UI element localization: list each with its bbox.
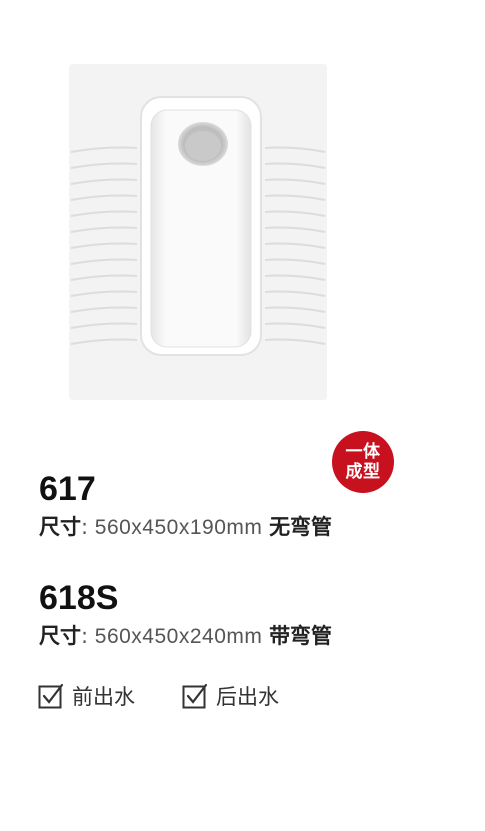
badge-line2: 成型 [345, 462, 381, 482]
model-617-title: 617 [39, 470, 96, 508]
size-value: 560x450x190mm [94, 516, 263, 539]
checkbox-checked-icon[interactable] [38, 683, 64, 709]
badge-line1: 一体 [345, 442, 381, 462]
option-label: 前出水 [72, 685, 135, 709]
size-colon: : [81, 515, 89, 539]
option-label: 后出水 [216, 685, 279, 709]
option-front-outlet[interactable]: 前出水 [38, 681, 135, 711]
pipe-type: 带弯管 [269, 624, 333, 648]
size-label: 尺寸 [39, 624, 81, 648]
option-rear-outlet[interactable]: 后出水 [182, 681, 279, 711]
size-label: 尺寸 [39, 515, 81, 539]
size-colon: : [81, 624, 89, 648]
size-value: 560x450x240mm [94, 625, 263, 648]
checkbox-checked-icon[interactable] [182, 683, 208, 709]
model-618s-spec: 尺寸: 560x450x240mm 带弯管 [39, 623, 332, 650]
one-piece-badge: 一体 成型 [332, 431, 394, 493]
squat-toilet-image [69, 64, 327, 400]
model-618s-title: 618S [39, 579, 119, 617]
pipe-type: 无弯管 [269, 515, 333, 539]
model-617-spec: 尺寸: 560x450x190mm 无弯管 [39, 514, 332, 541]
